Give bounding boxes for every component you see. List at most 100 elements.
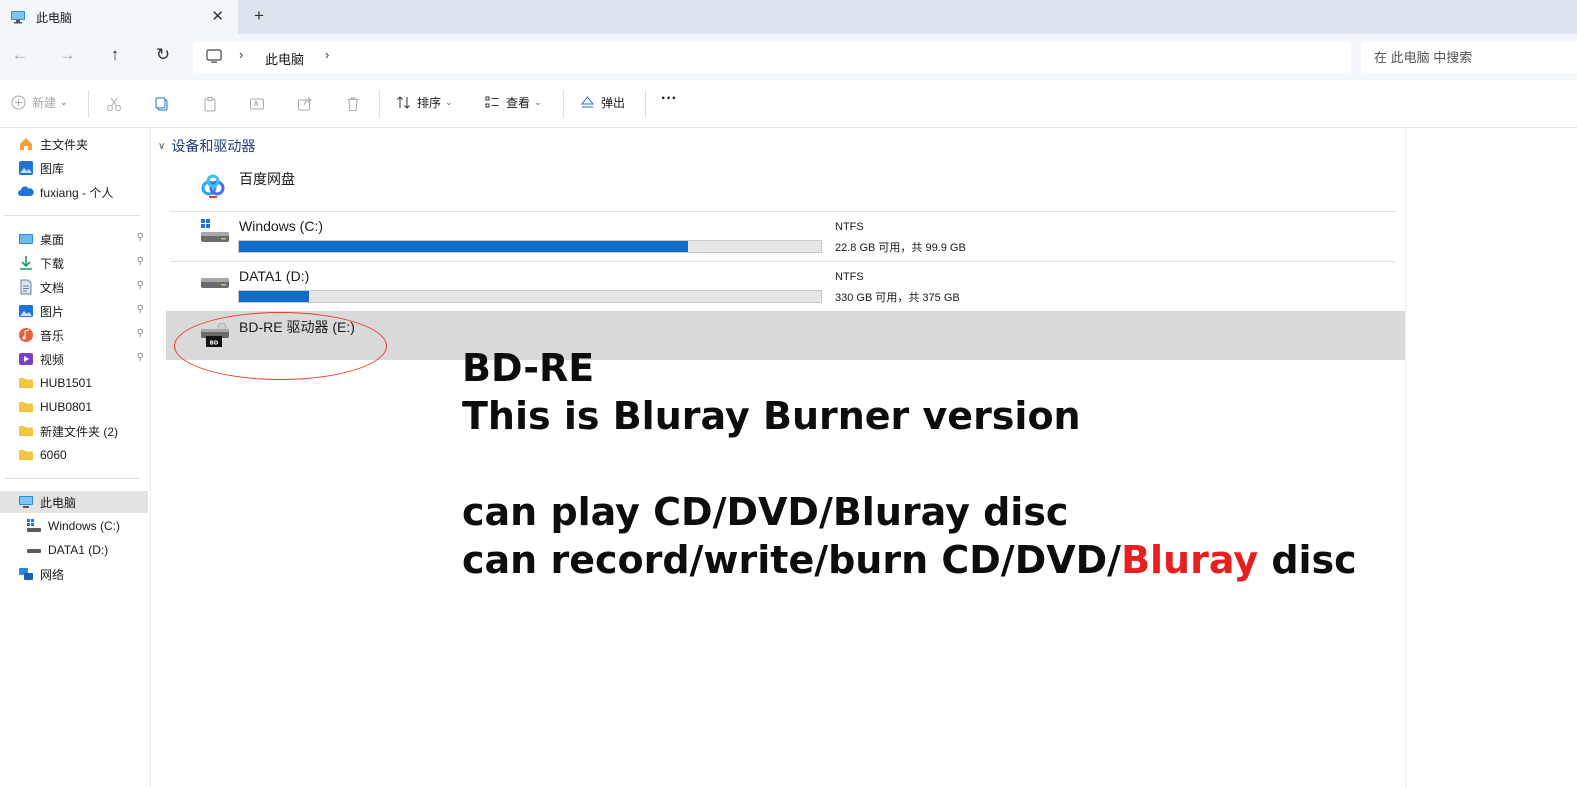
pictures-icon [19,305,33,317]
drive-item-baidu[interactable]: 百度网盘 [166,163,1405,211]
network-icon [19,568,33,580]
pin-icon: ⚲ [136,304,144,315]
eject-icon [580,96,595,108]
home-icon [20,138,32,150]
sidebar-item-downloads[interactable]: 下载 ⚲ [0,252,148,274]
desktop-icon [19,234,33,244]
overlay-annotation: BD-RE This is Bluray Burner version can p… [462,344,1357,584]
annotation-circle [174,312,387,380]
chevron-down-icon: ⌄ [445,97,453,107]
overlay-line: BD-RE [462,346,595,390]
sidebar-item-this-pc[interactable]: 此电脑 [0,491,148,513]
eject-button[interactable]: 弹出 [580,94,625,111]
toolbar-divider [88,90,89,118]
windows-drive-icon [27,519,41,532]
chevron-down-icon: ⌄ [60,97,68,107]
overlay-line-prefix: can record/write/burn CD/DVD/ [462,538,1122,582]
sidebar-item-folder[interactable]: 6060 [0,444,148,466]
view-button[interactable]: 查看 ⌄ [485,94,542,111]
group-header-devices[interactable]: ∨ 设备和驱动器 [158,136,255,156]
share-icon[interactable] [297,96,313,112]
sidebar-item-videos[interactable]: 视频 ⚲ [0,348,148,370]
drive-icon [27,549,41,553]
navigation-bar: ← → ↑ ↻ › 此电脑 › [0,34,1577,80]
sidebar-item-label: fuxiang - 个人 [40,185,114,200]
sidebar-item-desktop[interactable]: 桌面 ⚲ [0,228,148,250]
pc-icon [11,11,25,24]
chevron-down-icon: ∨ [158,140,166,152]
delete-icon[interactable] [345,96,361,112]
cut-icon[interactable] [106,96,122,112]
sidebar-divider [4,478,140,479]
sidebar-item-gallery[interactable]: 图库 [0,157,148,179]
sort-icon [397,96,410,109]
sidebar-item-label: 下载 [40,256,65,271]
overlay-line: This is Bluray Burner version [462,394,1081,438]
sidebar-item-label: HUB0801 [40,400,93,414]
pc-icon [19,496,33,508]
sidebar-item-pictures[interactable]: 图片 ⚲ [0,300,148,322]
tab-this-pc[interactable]: 此电脑 ✕ [0,0,238,34]
pin-icon: ⚲ [136,280,144,291]
sidebar-item-label: 主文件夹 [40,137,89,152]
sidebar-item-drive-c[interactable]: Windows (C:) [0,515,148,537]
group-title: 设备和驱动器 [171,138,256,154]
music-icon [19,328,33,342]
sidebar-item-label: DATA1 (D:) [48,543,109,557]
overlay-line: can record/write/burn CD/DVD/Bluray disc [462,536,1357,584]
toolbar-divider [379,90,380,118]
folder-icon [19,402,33,412]
sidebar-item-folder[interactable]: HUB1501 [0,372,148,394]
search-box[interactable] [1361,41,1577,73]
folder-icon [19,450,33,460]
rename-icon[interactable] [249,96,265,112]
sidebar-item-home[interactable]: 主文件夹 [0,133,148,155]
breadcrumb-separator[interactable]: › [325,47,329,62]
windows-drive-icon [201,219,229,242]
back-button[interactable]: ← [8,45,32,65]
sidebar-item-label: 网络 [40,567,65,582]
sidebar-item-onedrive[interactable]: fuxiang - 个人 [0,181,148,203]
sidebar-item-label: 视频 [40,352,65,367]
sort-button[interactable]: 排序 ⌄ [396,94,453,111]
paste-icon[interactable] [202,96,218,112]
breadcrumb-separator[interactable]: › [239,47,243,62]
new-tab-button[interactable]: + [254,6,264,26]
sidebar-item-label: 6060 [40,448,67,462]
breadcrumb-this-pc[interactable]: 此电脑 [265,49,304,68]
address-bar[interactable]: › 此电脑 › [193,41,1351,73]
forward-button[interactable]: → [55,45,79,65]
hdd-icon [201,278,229,288]
new-button[interactable]: 新建 ⌄ [11,94,68,111]
up-button[interactable]: ↑ [103,45,127,65]
sidebar-item-folder[interactable]: 新建文件夹 (2) [0,420,148,442]
sidebar-item-folder[interactable]: HUB0801 [0,396,148,418]
sidebar-item-label: 新建文件夹 (2) [40,424,119,439]
drive-item-d[interactable]: DATA1 (D:) NTFS 330 GB 可用，共 375 GB [166,262,1405,310]
more-options-button[interactable]: ··· [661,90,677,108]
sidebar-item-label: 图库 [40,161,65,176]
chevron-down-icon: ⌄ [534,97,542,107]
drive-item-c[interactable]: Windows (C:) NTFS 22.8 GB 可用，共 99.9 GB [166,212,1405,261]
overlay-line: can play CD/DVD/Bluray disc [462,490,1069,534]
sidebar-item-drive-d[interactable]: DATA1 (D:) [0,539,148,561]
search-input[interactable] [1361,41,1577,73]
drive-usage-fill [239,241,689,252]
drive-name: Windows (C:) [239,218,324,234]
gallery-icon [19,161,33,175]
document-icon [20,279,32,295]
pin-icon: ⚲ [136,352,144,363]
drive-filesystem: NTFS [835,271,864,283]
folder-icon [19,378,33,388]
new-label: 新建 [32,96,57,110]
drive-usage-bar [238,290,822,303]
copy-icon[interactable] [154,96,170,112]
pin-icon: ⚲ [136,328,144,339]
close-icon[interactable]: ✕ [211,7,224,25]
drive-filesystem: NTFS [835,221,864,233]
sidebar-item-documents[interactable]: 文档 ⚲ [0,276,148,298]
refresh-button[interactable]: ↻ [151,45,175,65]
sidebar-item-network[interactable]: 网络 [0,563,148,585]
drive-free-space: 330 GB 可用，共 375 GB [835,292,960,304]
sidebar-item-music[interactable]: 音乐 ⚲ [0,324,148,346]
